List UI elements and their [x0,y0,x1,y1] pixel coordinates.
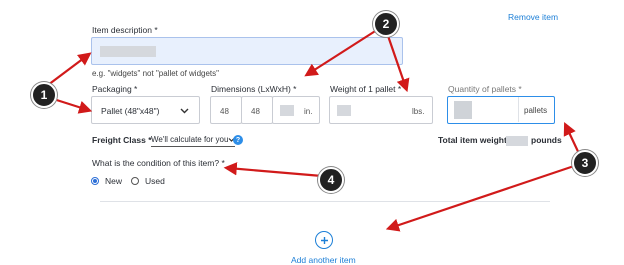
annotation-arrows [43,27,583,232]
annotation-badge-3: 3 [572,150,598,176]
annotation-badge-4: 4 [318,167,344,193]
annotation-badge-2: 2 [373,11,399,37]
annotation-badge-1: 1 [31,82,57,108]
